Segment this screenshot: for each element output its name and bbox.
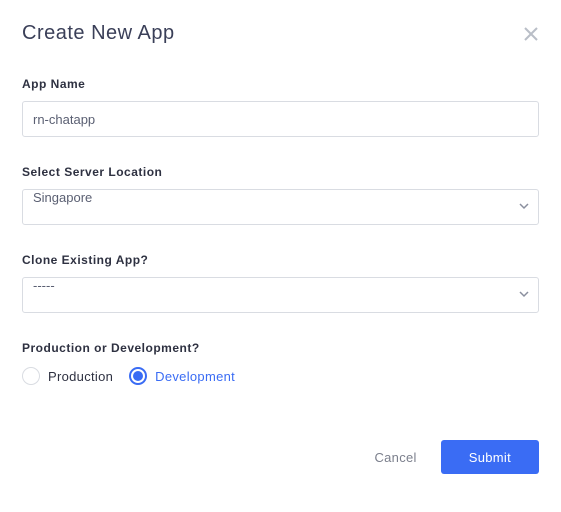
radio-label-production: Production (48, 369, 113, 384)
radio-group-env-mode: Production Development (22, 367, 539, 385)
label-clone-existing: Clone Existing App? (22, 253, 539, 267)
label-env-mode: Production or Development? (22, 341, 539, 355)
submit-button[interactable]: Submit (441, 440, 539, 474)
radio-circle-icon (129, 367, 147, 385)
cancel-button[interactable]: Cancel (374, 450, 416, 465)
modal-title: Create New App (22, 22, 175, 45)
field-clone-existing: Clone Existing App? ----- (22, 253, 539, 313)
close-icon[interactable] (523, 26, 539, 42)
field-server-location: Select Server Location Singapore (22, 165, 539, 225)
input-app-name[interactable] (22, 101, 539, 137)
label-app-name: App Name (22, 77, 539, 91)
field-env-mode: Production or Development? Production De… (22, 341, 539, 385)
select-clone-existing[interactable]: ----- (22, 277, 539, 313)
modal-footer: Cancel Submit (374, 440, 539, 474)
radio-circle-icon (22, 367, 40, 385)
label-server-location: Select Server Location (22, 165, 539, 179)
field-app-name: App Name (22, 77, 539, 137)
select-wrap-clone-existing: ----- (22, 277, 539, 313)
create-app-modal: Create New App App Name Select Server Lo… (0, 0, 561, 433)
modal-header: Create New App (22, 22, 539, 45)
select-wrap-server-location: Singapore (22, 189, 539, 225)
radio-production[interactable]: Production (22, 367, 113, 385)
radio-development[interactable]: Development (129, 367, 235, 385)
radio-label-development: Development (155, 369, 235, 384)
select-server-location[interactable]: Singapore (22, 189, 539, 225)
